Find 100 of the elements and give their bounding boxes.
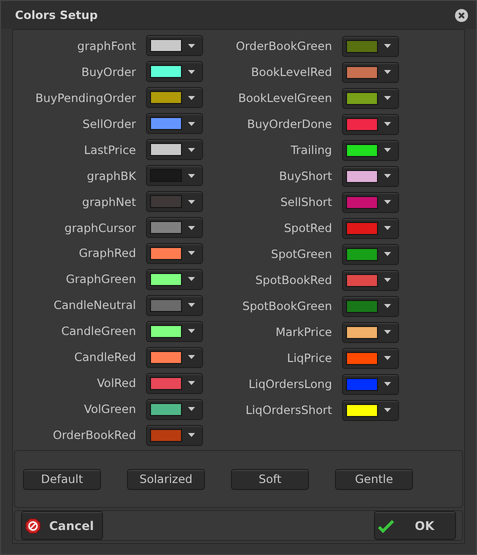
color-label: SpotBookRed: [254, 273, 332, 287]
color-picker[interactable]: [342, 36, 399, 56]
color-label: Trailing: [290, 143, 332, 157]
caret-icon: [188, 355, 195, 360]
color-label: SpotRed: [283, 221, 332, 235]
color-picker[interactable]: [146, 346, 203, 368]
color-picker[interactable]: [342, 374, 399, 394]
color-picker[interactable]: [342, 244, 399, 264]
color-picker[interactable]: [342, 270, 399, 290]
checkmark-icon: [378, 518, 394, 534]
caret-icon: [188, 277, 195, 282]
color-picker[interactable]: [342, 322, 399, 342]
caret-icon: [384, 226, 391, 230]
caret-icon: [188, 44, 195, 48]
preset-button[interactable]: Gentle: [335, 468, 413, 490]
caret-icon: [188, 226, 195, 230]
color-picker[interactable]: [146, 35, 203, 56]
color-picker[interactable]: [146, 268, 203, 290]
color-label: graphCursor: [64, 220, 136, 235]
color-picker[interactable]: [342, 192, 399, 212]
caret-icon: [188, 174, 195, 178]
ok-button[interactable]: OK: [374, 511, 456, 540]
caret-icon: [384, 304, 391, 308]
caret-icon: [384, 96, 391, 100]
caret-icon: [188, 433, 195, 438]
color-picker[interactable]: [342, 166, 399, 186]
color-picker[interactable]: [146, 165, 203, 186]
color-picker[interactable]: [342, 140, 399, 160]
color-label: GraphRed: [78, 246, 136, 260]
caret-icon: [384, 148, 391, 152]
color-picker[interactable]: [146, 191, 203, 212]
color-label: MarkPrice: [274, 325, 332, 339]
caret-icon: [384, 252, 391, 256]
color-label: BuyOrderDone: [246, 117, 332, 131]
color-picker[interactable]: [146, 320, 203, 342]
preset-button[interactable]: Default: [23, 468, 101, 490]
caret-icon: [188, 122, 195, 126]
preset-button[interactable]: Solarized: [127, 468, 205, 490]
caret-icon: [384, 44, 391, 48]
color-label: BuyOrder: [80, 64, 136, 79]
color-picker[interactable]: [342, 218, 399, 238]
color-picker[interactable]: [146, 398, 203, 420]
color-label: BookLevelRed: [250, 65, 332, 79]
caret-icon: [188, 329, 195, 334]
color-picker[interactable]: [342, 348, 399, 368]
caret-icon: [384, 330, 391, 334]
color-label: BuyPendingOrder: [34, 90, 136, 105]
color-label: CandleGreen: [60, 324, 136, 338]
caret-icon: [384, 200, 391, 204]
color-label: SpotBookGreen: [241, 299, 332, 313]
color-label: OrderBookGreen: [234, 39, 332, 53]
caret-icon: [384, 122, 391, 126]
color-picker[interactable]: [342, 114, 399, 134]
color-picker[interactable]: [342, 296, 399, 316]
caret-icon: [384, 408, 391, 412]
color-label: graphFont: [76, 38, 136, 53]
color-label: graphNet: [81, 194, 136, 209]
caret-icon: [188, 148, 195, 152]
caret-icon: [188, 381, 195, 386]
caret-icon: [384, 70, 391, 74]
color-picker[interactable]: [146, 424, 203, 446]
color-picker[interactable]: [146, 113, 203, 134]
color-label: CandleRed: [73, 350, 136, 364]
caret-icon: [188, 70, 195, 74]
caret-icon: [384, 356, 391, 360]
color-picker[interactable]: [146, 372, 203, 394]
color-label: VolRed: [96, 376, 136, 390]
caret-icon: [188, 251, 195, 256]
cancel-button[interactable]: Cancel: [21, 511, 103, 540]
color-label: OrderBookRed: [52, 428, 136, 442]
color-label: CandleNeutral: [52, 298, 136, 312]
color-picker[interactable]: [146, 87, 203, 108]
window-title: Colors Setup: [15, 8, 98, 22]
cancel-icon: [25, 518, 41, 534]
preset-button[interactable]: Soft: [231, 468, 309, 490]
caret-icon: [384, 278, 391, 282]
caret-icon: [384, 382, 391, 386]
caret-icon: [188, 96, 195, 100]
caret-icon: [188, 200, 195, 204]
caret-icon: [188, 407, 195, 412]
color-label: GraphGreen: [64, 272, 136, 286]
color-label: LastPrice: [82, 142, 136, 157]
caret-icon: [188, 303, 195, 308]
color-label: VolGreen: [82, 402, 136, 416]
color-picker[interactable]: [146, 61, 203, 82]
color-picker[interactable]: [146, 217, 203, 238]
caret-icon: [384, 174, 391, 178]
color-picker[interactable]: [342, 400, 399, 420]
color-label: BookLevelGreen: [237, 91, 332, 105]
close-icon[interactable]: [455, 8, 468, 22]
color-picker[interactable]: [342, 62, 399, 82]
color-picker[interactable]: [146, 242, 203, 264]
color-label: BuyShort: [278, 169, 332, 183]
color-picker[interactable]: [342, 88, 399, 108]
color-picker[interactable]: [146, 294, 203, 316]
color-label: LiqOrdersShort: [244, 403, 332, 417]
color-label: SpotGreen: [270, 247, 332, 261]
color-label: LiqPrice: [286, 351, 332, 365]
color-label: LiqOrdersLong: [248, 377, 332, 391]
color-picker[interactable]: [146, 139, 203, 160]
